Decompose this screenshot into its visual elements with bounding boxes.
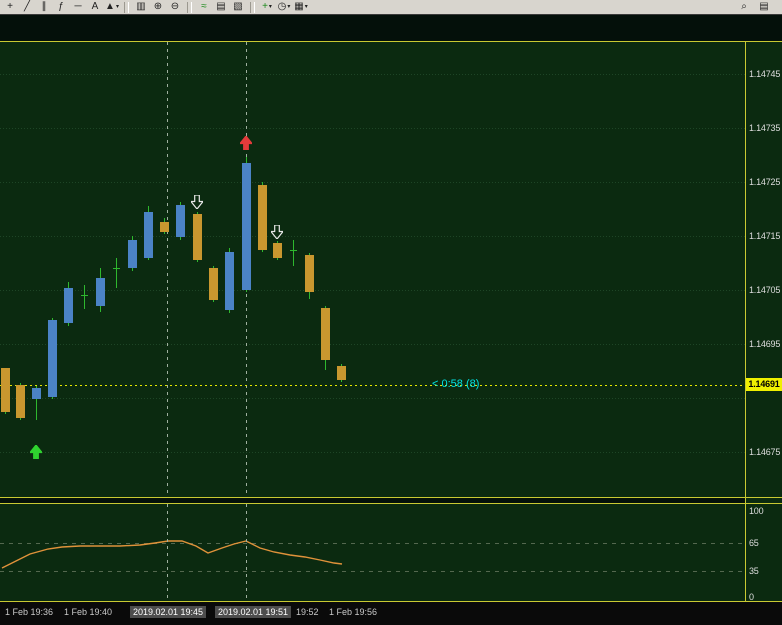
indicator-scale-label: 35 — [749, 566, 759, 576]
candle-body — [209, 268, 218, 300]
price-gridline — [0, 74, 745, 75]
candle-body — [144, 212, 153, 258]
trendline-icon[interactable]: ╱ — [19, 1, 35, 14]
timer-icon[interactable]: ◷ ▾ — [276, 1, 292, 14]
chart-bottom-border[interactable] — [0, 497, 782, 498]
indicators-icon[interactable]: ≈ — [196, 1, 212, 14]
candle-body — [305, 255, 314, 292]
time-label: 2019.02.01 19:51 — [215, 606, 292, 618]
current-price-line — [0, 385, 745, 386]
price-label: 1.14715 — [749, 231, 781, 241]
candle-body — [321, 308, 330, 360]
candle-body — [64, 288, 73, 323]
oscillator-line — [1, 540, 343, 569]
candle-body — [176, 205, 185, 237]
candle-body — [48, 320, 57, 397]
period-separator — [167, 42, 168, 497]
candle-body — [242, 163, 251, 290]
price-label: 1.14705 — [749, 285, 781, 295]
time-label: 1 Feb 19:36 — [5, 607, 54, 617]
toolbar-separator — [124, 1, 129, 13]
candle-wick — [116, 258, 117, 288]
candle-body — [225, 252, 234, 310]
price-axis[interactable]: 1.14691 1.14745 1.14735 1.14725 1.14715 1.14… — [746, 41, 782, 602]
candle-body — [160, 222, 169, 232]
candle-body — [273, 243, 282, 258]
arrow-objects-icon[interactable]: ▲ ▾ — [104, 1, 120, 14]
price-label: 1.14745 — [749, 69, 781, 79]
add-indicator-icon[interactable]: + ▾ — [259, 1, 275, 14]
chevron-down-icon: ▾ — [268, 4, 272, 10]
indicator-scale-label: 100 — [749, 506, 764, 516]
price-label: 1.14695 — [749, 339, 781, 349]
white-down-arrow-2-icon — [269, 224, 285, 240]
doji-tick — [113, 268, 120, 269]
text-label-icon[interactable]: A — [87, 1, 103, 14]
period-separator — [167, 504, 168, 601]
search-icon[interactable]: ⌕ — [736, 1, 752, 14]
candle-body — [193, 214, 202, 260]
time-label: 1 Feb 19:40 — [64, 607, 113, 617]
candle-body — [16, 385, 25, 418]
time-label: 2019.02.01 19:45 — [130, 606, 207, 618]
timeframes-icon[interactable]: ▤ — [213, 1, 229, 14]
chart-canvas[interactable]: < 0:58 (8) — [0, 42, 745, 497]
candle-body — [96, 278, 105, 306]
candle-body — [128, 240, 137, 268]
toolbar-separator — [187, 1, 192, 13]
chevron-down-icon: ▾ — [115, 4, 119, 10]
doji-tick — [81, 295, 88, 296]
price-gridline — [0, 344, 745, 345]
zoom-out-icon[interactable]: ⊖ — [167, 1, 183, 14]
price-label: 1.14735 — [749, 123, 781, 133]
chevron-down-icon: ▾ — [287, 4, 291, 10]
toolbar-right: ⌕ ▤ — [736, 1, 780, 14]
zoom-in-icon[interactable]: ⊕ — [150, 1, 166, 14]
price-gridline — [0, 128, 745, 129]
time-axis[interactable]: 1 Feb 19:36 1 Feb 19:40 2019.02.01 19:45 20… — [0, 602, 782, 625]
axis-left-border — [745, 41, 746, 602]
chevron-down-icon: ▾ — [304, 4, 308, 10]
chart-shift-icon[interactable]: ▥ — [133, 1, 149, 14]
indicator-top-border[interactable] — [0, 503, 782, 504]
candle-body — [32, 388, 41, 399]
white-down-arrow-1-icon — [189, 194, 205, 210]
indicator-panel[interactable] — [0, 504, 745, 601]
fibonacci-icon[interactable]: ƒ — [53, 1, 69, 14]
candle-body — [258, 185, 267, 250]
calendar-icon[interactable]: ▤ — [756, 1, 772, 14]
time-label: 19:52 — [296, 607, 319, 617]
period-separator — [246, 504, 247, 601]
candle-wick — [293, 240, 294, 266]
candle-body — [337, 366, 346, 380]
candle-countdown: < 0:58 (8) — [432, 378, 480, 390]
price-gridline — [0, 452, 745, 453]
toolbar: + ╱ ∥ ƒ ─ A ▲ ▾ ▥ ⊕ ⊖ ≈ ▤ ▧ + ▾ ◷ ▾ ▦ ▾ ⌕ ▤ — [0, 0, 782, 15]
templates-icon[interactable]: ▧ — [230, 1, 246, 14]
horizontal-line-icon[interactable]: ─ — [70, 1, 86, 14]
doji-tick — [290, 250, 297, 251]
price-gridline — [0, 290, 745, 291]
chart-style-icon[interactable]: ▦ ▾ — [293, 1, 309, 14]
price-gridline — [0, 398, 745, 399]
red-up-arrow-icon — [238, 135, 254, 151]
price-label: 1.14675 — [749, 447, 781, 457]
green-up-arrow-icon — [28, 444, 44, 460]
indicator-bottom-border — [0, 601, 782, 602]
chart-top-border — [0, 41, 782, 42]
toolbar-separator — [250, 1, 255, 13]
trading-terminal-window: + ╱ ∥ ƒ ─ A ▲ ▾ ▥ ⊕ ⊖ ≈ ▤ ▧ + ▾ ◷ ▾ ▦ ▾ ⌕ ▤ < 0:58 (8) 1.146… — [0, 0, 782, 625]
window-background — [0, 16, 782, 41]
indicator-scale-label: 65 — [749, 538, 759, 548]
channel-icon[interactable]: ∥ — [36, 1, 52, 14]
price-gridline — [0, 182, 745, 183]
time-label: 1 Feb 19:56 — [329, 607, 378, 617]
price-label: 1.14725 — [749, 177, 781, 187]
candle-body — [1, 368, 10, 412]
crosshair-icon[interactable]: + — [2, 1, 18, 14]
candle-wick — [84, 285, 85, 309]
toolbar-left: + ╱ ∥ ƒ ─ A ▲ ▾ ▥ ⊕ ⊖ ≈ ▤ ▧ + ▾ ◷ ▾ ▦ ▾ — [2, 1, 309, 14]
current-price-badge: 1.14691 — [746, 378, 782, 391]
price-gridline — [0, 236, 745, 237]
